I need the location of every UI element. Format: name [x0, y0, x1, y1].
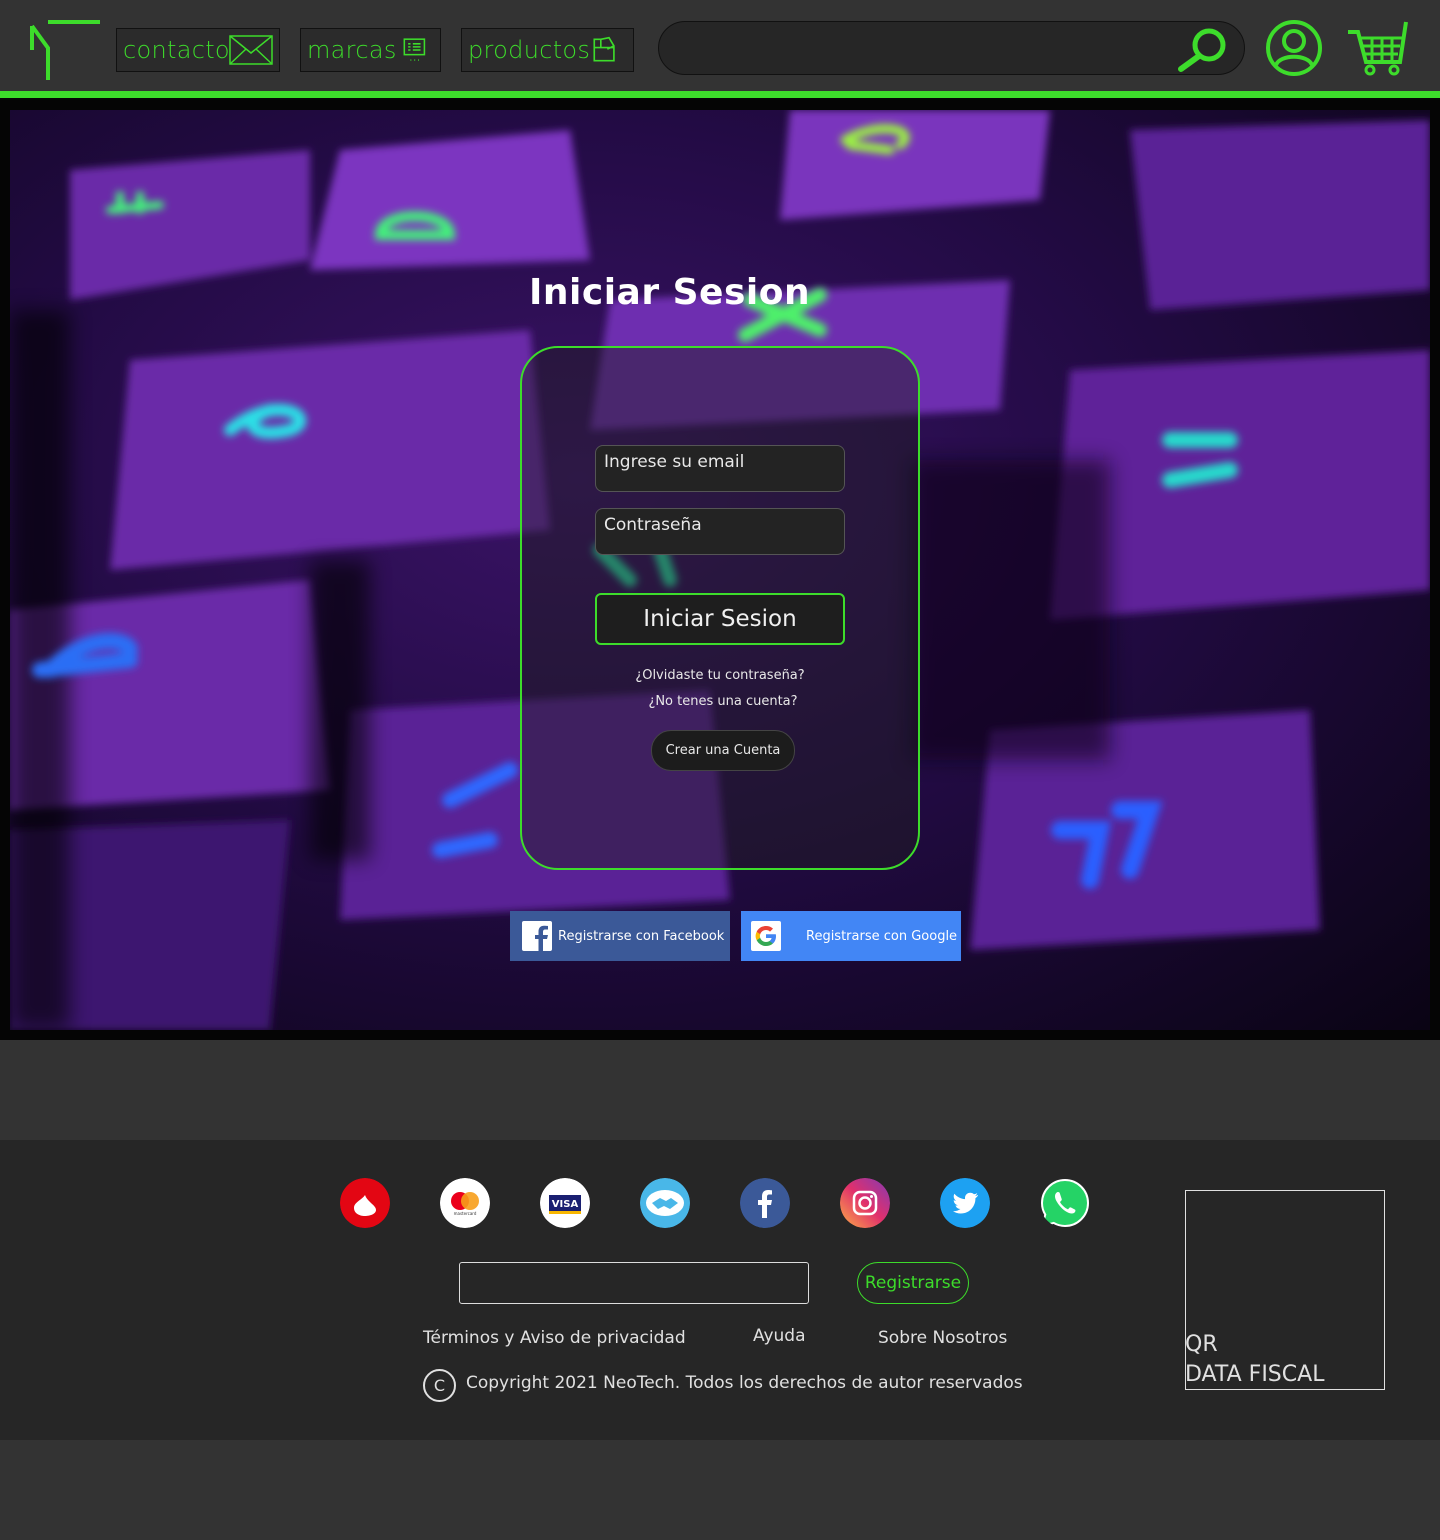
google-register-label: Registrarse con Google — [806, 928, 958, 944]
copyright-icon: C — [423, 1369, 456, 1402]
svg-text:mastercard: mastercard — [454, 1211, 477, 1216]
cart-icon[interactable] — [1346, 18, 1412, 78]
google-logo-icon — [751, 921, 781, 951]
newsletter-email-input[interactable] — [459, 1262, 809, 1304]
help-link[interactable]: Ayuda — [753, 1326, 806, 1346]
no-account-text: ¿No tenes una cuenta? — [648, 694, 798, 709]
neotech-logo[interactable] — [28, 18, 104, 84]
terms-link[interactable]: Términos y Aviso de privacidad — [423, 1328, 686, 1348]
copyright-text: Copyright 2021 NeoTech. Todos los derech… — [466, 1373, 1023, 1393]
about-link[interactable]: Sobre Nosotros — [878, 1328, 1007, 1348]
nav-marcas-button[interactable]: marcas — [300, 28, 441, 72]
nav-productos-button[interactable]: productos — [461, 28, 634, 72]
twitter-icon[interactable] — [940, 1178, 990, 1228]
qr-label-line1: QR — [1185, 1332, 1218, 1357]
header-divider — [0, 91, 1440, 98]
mercadopago-icon[interactable] — [640, 1178, 690, 1228]
newsletter-register-button[interactable]: Registrarse — [857, 1262, 969, 1304]
site-header: contacto marcas productos — [0, 0, 1440, 98]
login-submit-button[interactable]: Iniciar Sesion — [595, 593, 845, 645]
nav-contacto-label: contacto — [123, 36, 230, 64]
nav-contacto-button[interactable]: contacto — [116, 28, 280, 72]
search-icon[interactable] — [1175, 25, 1233, 73]
facebook-logo-icon — [522, 921, 552, 951]
mastercard-icon[interactable]: mastercard — [440, 1178, 490, 1228]
qr-data-fiscal-label: QR DATA FISCAL — [1185, 1330, 1324, 1390]
forgot-password-link[interactable]: ¿Olvidaste tu contraseña? — [595, 668, 845, 683]
nav-productos-label: productos — [468, 36, 591, 64]
santander-icon[interactable] — [340, 1178, 390, 1228]
qr-label-line2: DATA FISCAL — [1185, 1362, 1325, 1387]
instagram-icon[interactable] — [840, 1178, 890, 1228]
nav-marcas-label: marcas — [307, 36, 397, 64]
facebook-register-button[interactable]: Registrarse con Facebook — [510, 911, 730, 961]
envelope-icon — [229, 35, 273, 65]
svg-text:VISA: VISA — [552, 1199, 579, 1210]
password-field[interactable]: Contraseña — [595, 508, 845, 555]
box-icon — [593, 36, 616, 62]
google-register-button[interactable]: Registrarse con Google — [741, 911, 961, 961]
facebook-register-label: Registrarse con Facebook — [558, 928, 725, 944]
email-field[interactable]: Ingrese su email — [595, 445, 845, 492]
visa-icon[interactable]: VISA — [540, 1178, 590, 1228]
whatsapp-icon[interactable] — [1040, 1178, 1090, 1228]
search-input[interactable] — [658, 21, 1245, 75]
list-icon — [403, 38, 426, 61]
facebook-icon[interactable] — [740, 1178, 790, 1228]
create-account-button[interactable]: Crear una Cuenta — [651, 730, 795, 771]
user-icon[interactable] — [1264, 20, 1324, 76]
login-title: Iniciar Sesion — [529, 272, 811, 313]
